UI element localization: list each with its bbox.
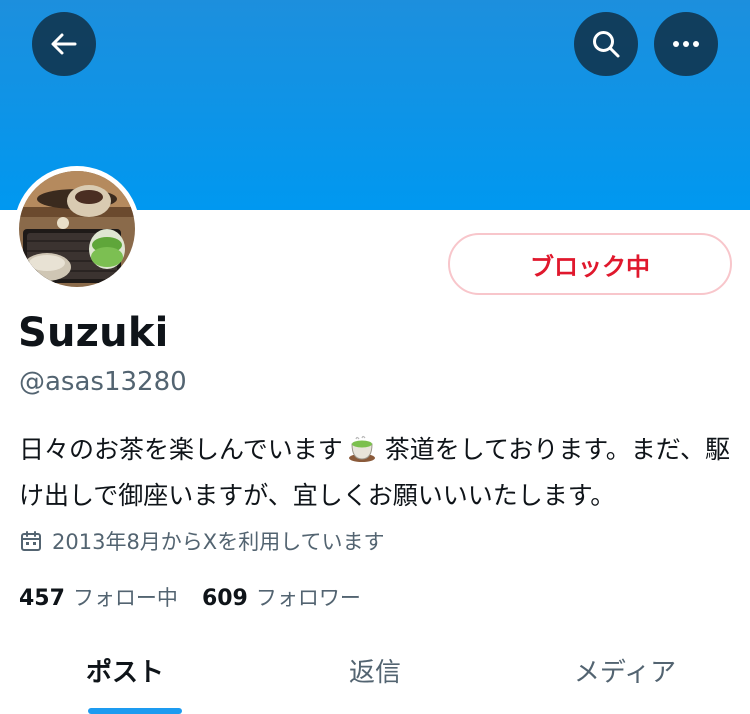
following-count: 457 (19, 586, 65, 611)
avatar[interactable] (14, 166, 140, 292)
more-options-button[interactable] (654, 12, 718, 76)
followers-count: 609 (201, 586, 248, 611)
following-label: フォロー中 (72, 586, 178, 610)
tea-cup-emoji-icon (347, 434, 377, 476)
search-icon (593, 31, 620, 58)
display-name: Suzuki (18, 310, 169, 356)
joined-date: 2013年8月からXを利用しています (20, 526, 385, 556)
follow-stats: 457 フォロー中 609 フォロワー (19, 582, 361, 612)
followers-label: フォロワー (255, 586, 361, 610)
profile-tabs: ポスト 返信 メディア (0, 640, 750, 714)
followers-link[interactable]: 609 フォロワー (202, 582, 361, 612)
blocked-button[interactable]: ブロック中 (448, 233, 732, 295)
avatar-image (19, 171, 135, 287)
search-button[interactable] (574, 12, 638, 76)
calendar-icon (21, 531, 41, 551)
bio-text-part1: 日々のお茶を楽しんでいます (19, 435, 343, 464)
arrow-left-icon (51, 33, 77, 55)
joined-text: 2013年8月からXを利用しています (52, 530, 385, 554)
user-handle: @asas13280 (19, 367, 187, 397)
tab-media[interactable]: メディア (500, 640, 750, 714)
tab-replies[interactable]: 返信 (250, 640, 500, 714)
active-tab-indicator (88, 708, 182, 714)
following-link[interactable]: 457 フォロー中 (19, 582, 178, 612)
back-button[interactable] (32, 12, 96, 76)
profile-bio: 日々のお茶を楽しんでいます 茶道をしております。まだ、駆け出しで御座いますが、宜し… (19, 430, 734, 516)
more-horizontal-icon (673, 41, 699, 47)
profile-page: ブロック中 Suzuki @asas13280 日々のお茶を楽しんでいます 茶道を… (0, 0, 750, 714)
tab-posts[interactable]: ポスト (0, 640, 250, 714)
